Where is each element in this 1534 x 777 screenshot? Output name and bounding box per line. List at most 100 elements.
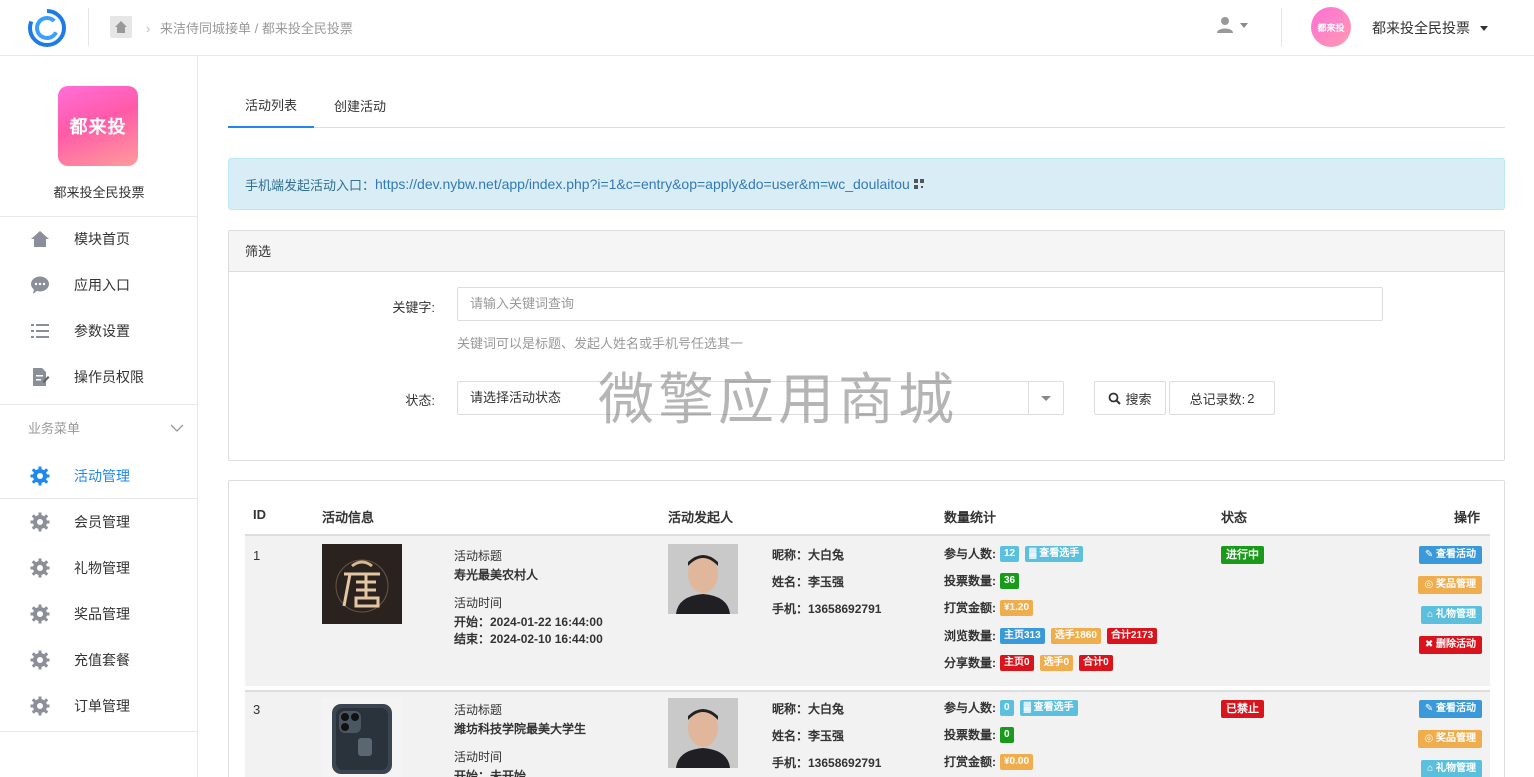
activity-table: ID 活动信息 活动发起人 数量统计 状态 操作 1 活动标题 寿光最美农村人 …	[228, 480, 1505, 777]
sidebar-item-label: 应用入口	[74, 277, 130, 293]
chevron-down-icon	[1240, 22, 1248, 28]
row-id: 1	[253, 548, 261, 563]
total-records-label: 总记录数:	[1189, 391, 1246, 407]
activity-title-label: 活动标题	[454, 549, 503, 563]
keyword-input[interactable]: 请输入关键词查询	[457, 287, 1383, 321]
prize-management-label: 奖品管理	[1436, 733, 1476, 744]
sidebar-item-settings[interactable]: 参数设置	[0, 308, 198, 354]
sidebar-group-business[interactable]: 业务菜单	[0, 404, 198, 450]
activity-title: 寿光最美农村人	[454, 568, 539, 582]
gear-icon	[28, 648, 52, 672]
status-badge: 已禁止	[1221, 700, 1264, 718]
home-icon	[115, 21, 127, 33]
chevron-down-icon	[1480, 25, 1488, 31]
account-menu[interactable]: 都来投全民投票	[1372, 18, 1488, 38]
close-icon: ✖	[1424, 639, 1434, 650]
alert-prefix: 手机端发起活动入口：	[245, 177, 376, 193]
column-header-actions: 操作	[1454, 510, 1481, 525]
shares-home-badge: 主页0	[1000, 654, 1034, 671]
sidebar-item-gift-management[interactable]: 礼物管理	[0, 545, 198, 591]
header-divider	[88, 8, 89, 46]
gift-management-button[interactable]: ⌂ 礼物管理	[1421, 760, 1482, 777]
gift-management-label: 礼物管理	[1436, 763, 1476, 774]
stat-reward: 打赏金额: ¥0.00	[944, 753, 1035, 770]
participants-count-badge: 0	[1000, 699, 1014, 716]
stat-views: 浏览数量: 主页313 选手1860 合计2173	[944, 627, 1159, 644]
keyword-label: 关键字:	[392, 300, 435, 315]
sidebar-item-recharge-packages[interactable]: 充值套餐	[0, 637, 198, 683]
views-home-badge: 主页313	[1000, 627, 1045, 644]
stat-participants-label: 参与人数:	[944, 547, 996, 561]
activity-cover-image[interactable]	[322, 698, 402, 777]
status-label: 状态:	[405, 393, 435, 408]
gift-management-button[interactable]: ⌂ 礼物管理	[1421, 606, 1482, 624]
view-players-button[interactable]: ▓ 查看选手	[1025, 545, 1084, 562]
stat-participants: 参与人数: 0 ▓ 查看选手	[944, 699, 1080, 716]
search-button[interactable]: 搜索	[1094, 381, 1166, 415]
watermark: 微擎应用商城	[598, 368, 958, 433]
home-button[interactable]	[110, 16, 132, 38]
column-header-statistics: 数量统计	[944, 510, 997, 525]
account-avatar[interactable]: 都来投	[1311, 7, 1351, 47]
chat-bubble-icon	[28, 273, 52, 297]
app-logo[interactable]	[26, 7, 68, 49]
sidebar-item-label: 充值套餐	[74, 652, 130, 668]
activity-end-time: 结束：2024-02-10 16:44:00	[454, 632, 603, 646]
qrcode-icon[interactable]	[913, 179, 924, 189]
sidebar-item-order-management[interactable]: 订单管理	[0, 683, 198, 729]
sidebar-item-label: 模块首页	[74, 231, 130, 247]
activity-title: 潍坊科技学院最美大学生	[454, 722, 587, 736]
prize-management-button[interactable]: ◎ 奖品管理	[1418, 576, 1482, 594]
breadcrumb-separator: /	[254, 21, 259, 36]
tab-create-activity[interactable]: 创建活动	[324, 88, 396, 128]
activity-time-label: 活动时间	[454, 750, 503, 764]
view-activity-label: 查看活动	[1436, 549, 1476, 560]
sidebar-item-module-home[interactable]: 模块首页	[0, 216, 198, 262]
sidebar-item-activity-management[interactable]: 活动管理	[0, 453, 198, 499]
stat-votes: 投票数量: 36	[944, 572, 1021, 589]
sidebar-item-prize-management[interactable]: 奖品管理	[0, 591, 198, 637]
edit-icon: ✎	[1424, 703, 1434, 714]
user-icon	[1217, 17, 1233, 33]
table-row: 1 活动标题 寿光最美农村人 活动时间 开始：2024-01-22 16:44:…	[245, 536, 1490, 686]
breadcrumb-item-module[interactable]: 都来投全民投票	[262, 21, 353, 36]
tab-activity-list[interactable]: 活动列表	[228, 88, 314, 128]
delete-activity-button[interactable]: ✖ 删除活动	[1418, 636, 1482, 654]
brand-logo: 都来投	[58, 86, 138, 166]
sidebar-item-app-entry[interactable]: 应用入口	[0, 262, 198, 308]
activity-title-label: 活动标题	[454, 703, 503, 717]
sidebar-item-member-management[interactable]: 会员管理	[0, 499, 198, 545]
breadcrumb-item-app[interactable]: 来洁侍同城接单	[160, 21, 251, 36]
activity-cover-image[interactable]	[322, 544, 402, 624]
reward-amount-badge: ¥0.00	[1000, 753, 1034, 770]
user-menu[interactable]	[1216, 16, 1248, 34]
activity-start-time: 开始：未开始	[454, 769, 527, 777]
prize-management-button[interactable]: ◎ 奖品管理	[1418, 730, 1482, 748]
participants-count-badge: 12	[1000, 545, 1020, 562]
stat-shares-label: 分享数量:	[944, 656, 996, 670]
stat-votes-label: 投票数量:	[944, 728, 996, 742]
sidebar-menu: 模块首页 应用入口 参数设置 操作员权限	[0, 216, 198, 400]
stat-reward: 打赏金额: ¥1.20	[944, 599, 1035, 616]
initiator-nickname: 昵称：大白兔	[772, 702, 845, 716]
business-menu: 活动管理 会员管理 礼物管理 奖品管理 充值套餐 订单管理	[0, 453, 198, 729]
list-icon	[28, 319, 52, 343]
votes-count-badge: 0	[1000, 726, 1014, 743]
view-activity-button[interactable]: ✎ 查看活动	[1418, 546, 1482, 564]
stat-shares: 分享数量: 主页0 选手0 合计0	[944, 654, 1115, 671]
home-icon	[28, 227, 52, 251]
votes-count-badge: 36	[1000, 572, 1020, 589]
sidebar-item-label: 活动管理	[74, 467, 130, 484]
search-icon	[1109, 392, 1122, 405]
view-players-button[interactable]: ▓ 查看选手	[1019, 699, 1078, 716]
reward-amount-badge: ¥1.20	[1000, 599, 1034, 616]
column-header-id: ID	[253, 507, 266, 522]
gear-icon	[28, 556, 52, 580]
sidebar-item-operator-permissions[interactable]: 操作员权限	[0, 354, 198, 400]
view-activity-button[interactable]: ✎ 查看活动	[1418, 700, 1482, 718]
chevron-down-icon	[170, 424, 184, 432]
mobile-entry-link[interactable]: https://dev.nybw.net/app/index.php?i=1&c…	[375, 176, 910, 192]
select-arrow[interactable]	[1028, 382, 1063, 414]
gift-circle-icon: ◎	[1424, 579, 1434, 590]
gear-icon	[28, 464, 52, 488]
